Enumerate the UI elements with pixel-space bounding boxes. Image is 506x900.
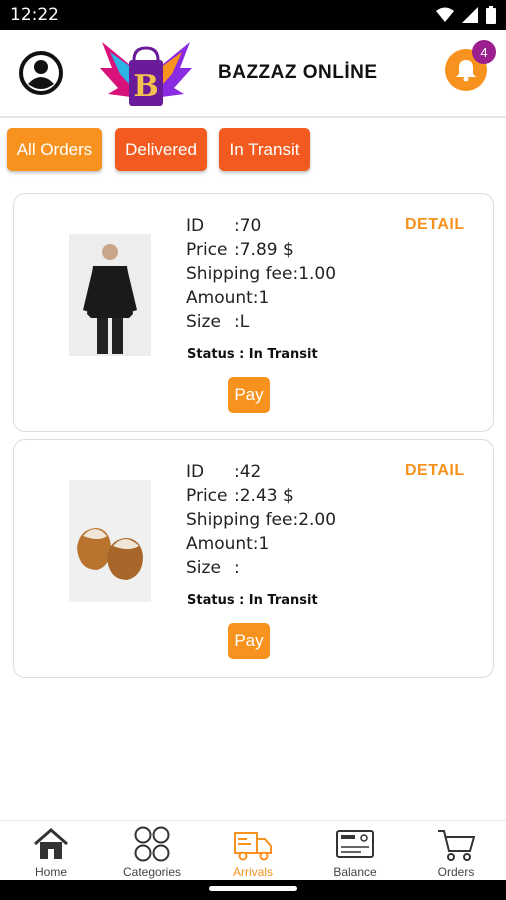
brand-logo: B xyxy=(100,42,192,106)
id-label: ID xyxy=(186,216,205,236)
price-value: :7.89 $ xyxy=(234,240,294,260)
nav-orders[interactable]: Orders xyxy=(406,821,506,881)
home-icon xyxy=(34,828,68,859)
bottom-nav: Home Categories Arrivals Balance Orders xyxy=(0,820,506,880)
profile-button[interactable] xyxy=(18,50,64,96)
truck-icon xyxy=(234,832,272,861)
size-label: Size xyxy=(186,312,221,332)
amount: Amount:1 xyxy=(186,288,270,308)
bell-icon xyxy=(456,60,476,82)
nav-balance-label: Balance xyxy=(333,865,377,879)
order-info: ID :42 Price :2.43 $ Shipping fee:2.00 Amo… xyxy=(186,460,336,580)
cart-icon xyxy=(438,830,476,861)
notification-badge: 4 xyxy=(472,40,496,64)
order-status: Status : In Transit xyxy=(187,347,318,362)
svg-text:B: B xyxy=(133,69,158,104)
app-header: B BAZZAZ ONLİNE 4 xyxy=(0,30,506,118)
card-icon xyxy=(336,830,374,858)
account-icon xyxy=(19,51,63,95)
pay-button[interactable]: Pay xyxy=(228,623,270,659)
categories-icon xyxy=(134,826,170,862)
status-bar: 12:22 xyxy=(0,0,506,30)
tab-all-orders[interactable]: All Orders xyxy=(7,128,102,171)
nav-home-label: Home xyxy=(34,865,67,879)
signal-icon xyxy=(462,7,478,23)
id-value: :42 xyxy=(234,462,262,482)
shipping-fee: Shipping fee:1.00 xyxy=(186,264,337,284)
brand-name: BAZZAZ ONLİNE xyxy=(218,62,378,83)
price-value: :2.43 $ xyxy=(234,486,294,506)
size-label: Size xyxy=(186,558,221,578)
size-value: :L xyxy=(234,312,250,332)
amount: Amount:1 xyxy=(186,534,270,554)
product-image-jacket xyxy=(69,234,151,356)
nav-orders-label: Orders xyxy=(437,865,475,879)
status-icons xyxy=(436,6,496,24)
order-card: ID :70 Price :7.89 $ Shipping fee:1.00 Amo… xyxy=(13,193,494,432)
nav-arrivals[interactable]: Arrivals xyxy=(203,821,303,881)
product-image-slippers xyxy=(69,480,151,602)
wifi-icon xyxy=(436,7,454,22)
tab-in-transit[interactable]: In Transit xyxy=(219,128,310,171)
status-time: 12:22 xyxy=(10,5,59,25)
pay-button[interactable]: Pay xyxy=(228,377,270,413)
nav-balance[interactable]: Balance xyxy=(305,821,405,881)
detail-link[interactable]: DETAIL xyxy=(405,462,465,480)
detail-link[interactable]: DETAIL xyxy=(405,216,465,234)
nav-home[interactable]: Home xyxy=(1,821,101,881)
order-status: Status : In Transit xyxy=(187,593,318,608)
price-label: Price xyxy=(186,240,228,260)
id-value: :70 xyxy=(234,216,262,236)
order-info: ID :70 Price :7.89 $ Shipping fee:1.00 Amo… xyxy=(186,214,336,334)
size-value: : xyxy=(234,558,240,578)
tab-delivered[interactable]: Delivered xyxy=(115,128,207,171)
price-label: Price xyxy=(186,486,228,506)
order-card: ID :42 Price :2.43 $ Shipping fee:2.00 Amo… xyxy=(13,439,494,678)
id-label: ID xyxy=(186,462,205,482)
battery-icon xyxy=(486,6,496,24)
nav-categories[interactable]: Categories xyxy=(102,821,202,881)
nav-arrivals-label: Arrivals xyxy=(232,865,273,879)
gesture-handle[interactable] xyxy=(209,886,297,891)
shipping-fee: Shipping fee:2.00 xyxy=(186,510,337,530)
nav-categories-label: Categories xyxy=(122,865,182,879)
